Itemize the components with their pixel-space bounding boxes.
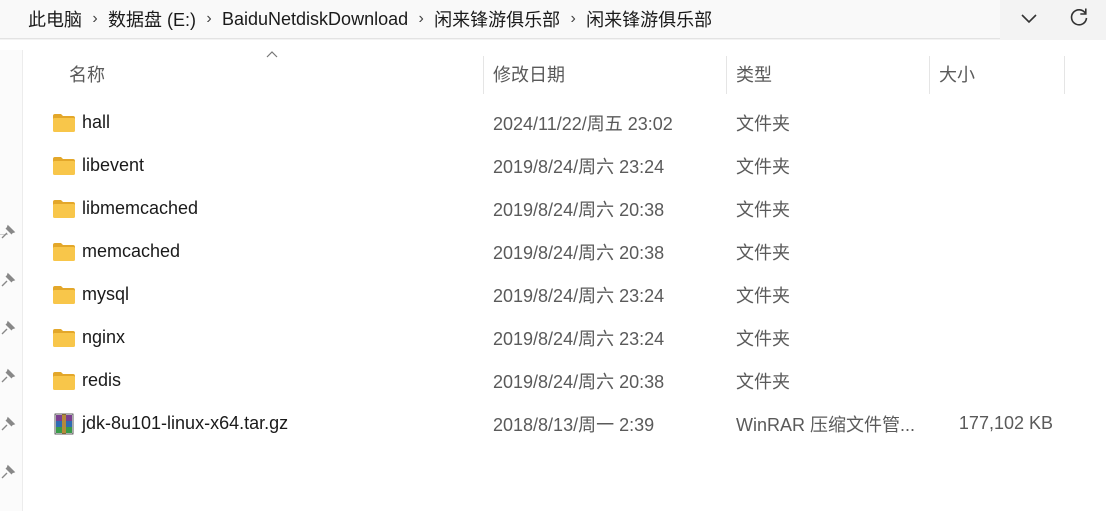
chevron-down-icon[interactable]	[1017, 6, 1041, 30]
winrar-archive-icon	[51, 402, 77, 445]
file-date: 2019/8/24/周六 20:38	[493, 242, 665, 263]
file-size: 177,102 KB	[958, 413, 1053, 433]
refresh-icon[interactable]	[1066, 4, 1092, 30]
file-row-redis[interactable]: redis 2019/8/24/周六 20:38 文件夹	[23, 359, 1106, 402]
folder-icon	[51, 101, 77, 144]
file-date: 2024/11/22/周五 23:02	[493, 113, 673, 134]
file-row-memcached[interactable]: memcached 2019/8/24/周六 20:38 文件夹	[23, 230, 1106, 273]
folder-icon	[51, 316, 77, 359]
file-size	[903, 230, 1053, 273]
column-divider[interactable]	[1064, 56, 1065, 94]
file-size	[903, 187, 1053, 230]
file-size	[903, 144, 1053, 187]
file-size	[903, 316, 1053, 359]
file-type: 文件夹	[736, 371, 790, 392]
sort-up-arrow-icon	[266, 51, 278, 58]
breadcrumb[interactable]: 此电脑 › 数据盘 (E:) › BaiduNetdiskDownload › …	[0, 0, 1000, 39]
column-header-type[interactable]: 类型	[736, 54, 772, 94]
breadcrumb-separator-icon[interactable]: ›	[84, 10, 106, 28]
file-date: 2019/8/24/周六 23:24	[493, 156, 665, 177]
file-row-nginx[interactable]: nginx 2019/8/24/周六 23:24 文件夹	[23, 316, 1106, 359]
file-size	[903, 359, 1053, 402]
file-row-libevent[interactable]: libevent 2019/8/24/周六 23:24 文件夹	[23, 144, 1106, 187]
pin-icon[interactable]	[0, 368, 16, 384]
column-header-size[interactable]: 大小	[939, 54, 975, 94]
file-row-libmemcached[interactable]: libmemcached 2019/8/24/周六 20:38 文件夹	[23, 187, 1106, 230]
column-header-date[interactable]: 修改日期	[493, 54, 565, 94]
file-size	[903, 273, 1053, 316]
file-date: 2019/8/24/周六 20:38	[493, 371, 665, 392]
file-row-hall[interactable]: hall 2024/11/22/周五 23:02 文件夹	[23, 101, 1106, 144]
file-name: redis	[82, 370, 122, 390]
file-type: 文件夹	[736, 328, 790, 349]
pin-icon[interactable]	[0, 224, 16, 240]
file-type: 文件夹	[736, 285, 790, 306]
breadcrumb-separator-icon[interactable]: ›	[410, 10, 432, 28]
file-list: hall 2024/11/22/周五 23:02 文件夹 libevent 20…	[23, 101, 1106, 445]
column-header-name[interactable]: 名称	[69, 54, 105, 94]
file-type: 文件夹	[736, 242, 790, 263]
breadcrumb-item-club[interactable]: 闲来锋游俱乐部	[432, 6, 562, 32]
file-type: 文件夹	[736, 156, 790, 177]
file-row-mysql[interactable]: mysql 2019/8/24/周六 23:24 文件夹	[23, 273, 1106, 316]
column-divider[interactable]	[726, 56, 727, 94]
breadcrumb-item-this-pc[interactable]: 此电脑	[26, 6, 84, 32]
file-type: WinRAR 压缩文件管...	[736, 414, 916, 435]
breadcrumb-separator-icon[interactable]: ›	[198, 10, 220, 28]
breadcrumb-item-club-current[interactable]: 闲来锋游俱乐部	[584, 6, 714, 32]
file-name: memcached	[82, 241, 181, 261]
folder-icon	[51, 187, 77, 230]
address-bar-region: 此电脑 › 数据盘 (E:) › BaiduNetdiskDownload › …	[0, 0, 1106, 40]
file-date: 2018/8/13/周一 2:39	[493, 414, 655, 435]
folder-icon	[51, 230, 77, 273]
file-name: libevent	[82, 155, 145, 175]
breadcrumb-separator-icon[interactable]: ›	[562, 10, 584, 28]
column-divider[interactable]	[483, 56, 484, 94]
pin-icon[interactable]	[0, 416, 16, 432]
file-name: jdk-8u101-linux-x64.tar.gz	[82, 413, 289, 433]
breadcrumb-item-baidu[interactable]: BaiduNetdiskDownload	[220, 9, 410, 30]
file-date: 2019/8/24/周六 20:38	[493, 199, 665, 220]
column-header: 名称 修改日期 类型 大小	[23, 51, 1106, 94]
navigation-pane[interactable]	[0, 50, 23, 511]
file-name: libmemcached	[82, 198, 199, 218]
file-row-jdk-archive[interactable]: jdk-8u101-linux-x64.tar.gz 2018/8/13/周一 …	[23, 402, 1106, 445]
file-name: nginx	[82, 327, 126, 347]
file-date: 2019/8/24/周六 23:24	[493, 328, 665, 349]
file-type: 文件夹	[736, 113, 790, 134]
pin-icon[interactable]	[0, 272, 16, 288]
pin-icon[interactable]	[0, 464, 16, 480]
folder-icon	[51, 359, 77, 402]
pin-icon[interactable]	[0, 320, 16, 336]
column-divider[interactable]	[929, 56, 930, 94]
file-type: 文件夹	[736, 199, 790, 220]
file-name: mysql	[82, 284, 130, 304]
file-size	[903, 101, 1053, 144]
folder-icon	[51, 273, 77, 316]
file-name: hall	[82, 112, 111, 132]
file-date: 2019/8/24/周六 23:24	[493, 285, 665, 306]
breadcrumb-item-drive[interactable]: 数据盘 (E:)	[106, 6, 198, 32]
folder-icon	[51, 144, 77, 187]
